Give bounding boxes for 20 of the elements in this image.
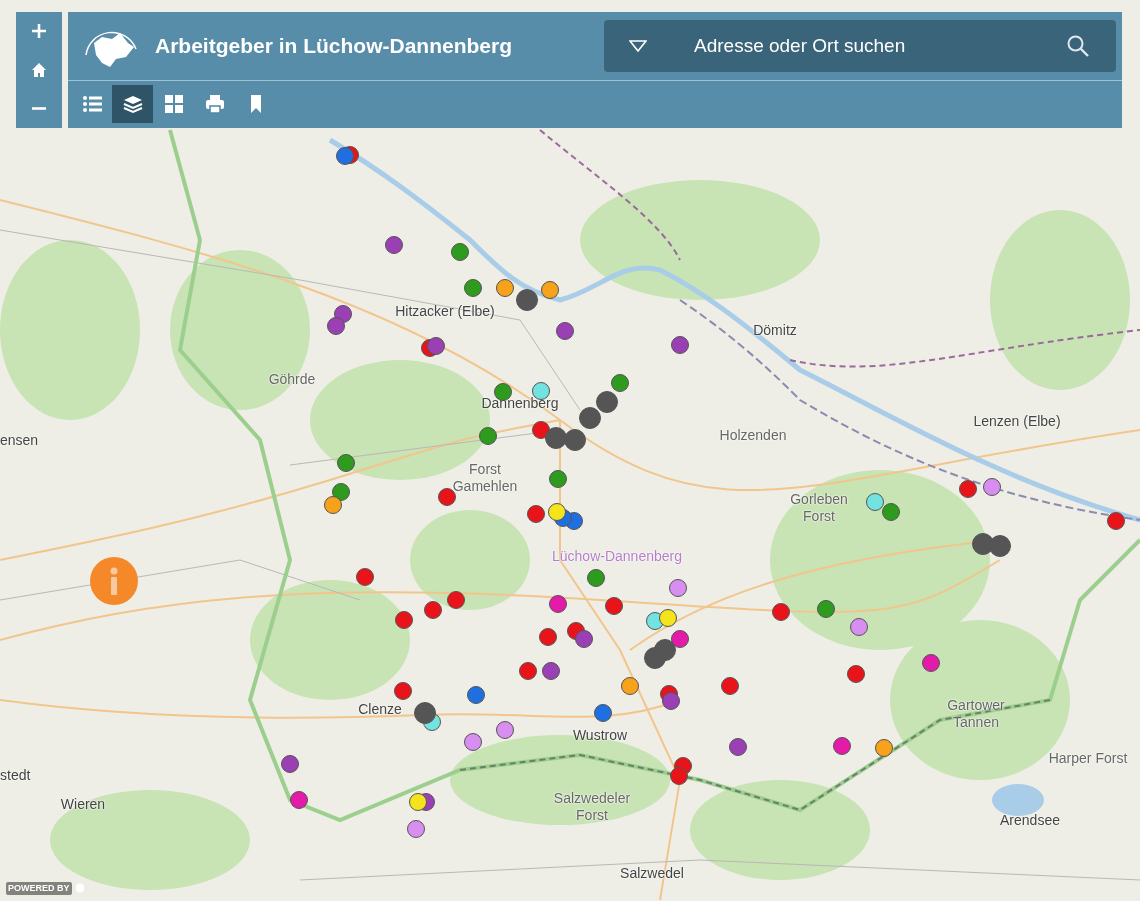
place-label: stedt [0,767,32,784]
place-label: Harper Forst [1047,750,1129,767]
place-label: Hitzacker (Elbe) [394,303,496,320]
place-label: ensen [0,432,40,449]
place-label: Salzwedel [619,865,685,882]
place-label: Holzenden [718,427,788,444]
place-label: Arendsee [999,812,1061,829]
place-label: Göhrde [267,371,317,388]
place-label: Dannenberg [480,395,560,412]
place-label: Dömitz [752,322,798,339]
app-title: Arbeitgeber in Lüchow-Dannenberg [155,33,513,60]
place-label: Gorleben Forst [789,491,849,525]
place-label: Wustrow [571,727,629,744]
attribution-text: POWERED BY [6,881,72,895]
place-label: Gartower Tannen [946,697,1006,731]
place-label: Salzwedeler Forst [552,790,632,824]
place-label: Wieren [59,796,107,813]
place-label: Clenze [357,701,403,718]
place-label: Forst Gamehlen [451,461,519,495]
place-label: Lenzen (Elbe) [972,413,1062,430]
